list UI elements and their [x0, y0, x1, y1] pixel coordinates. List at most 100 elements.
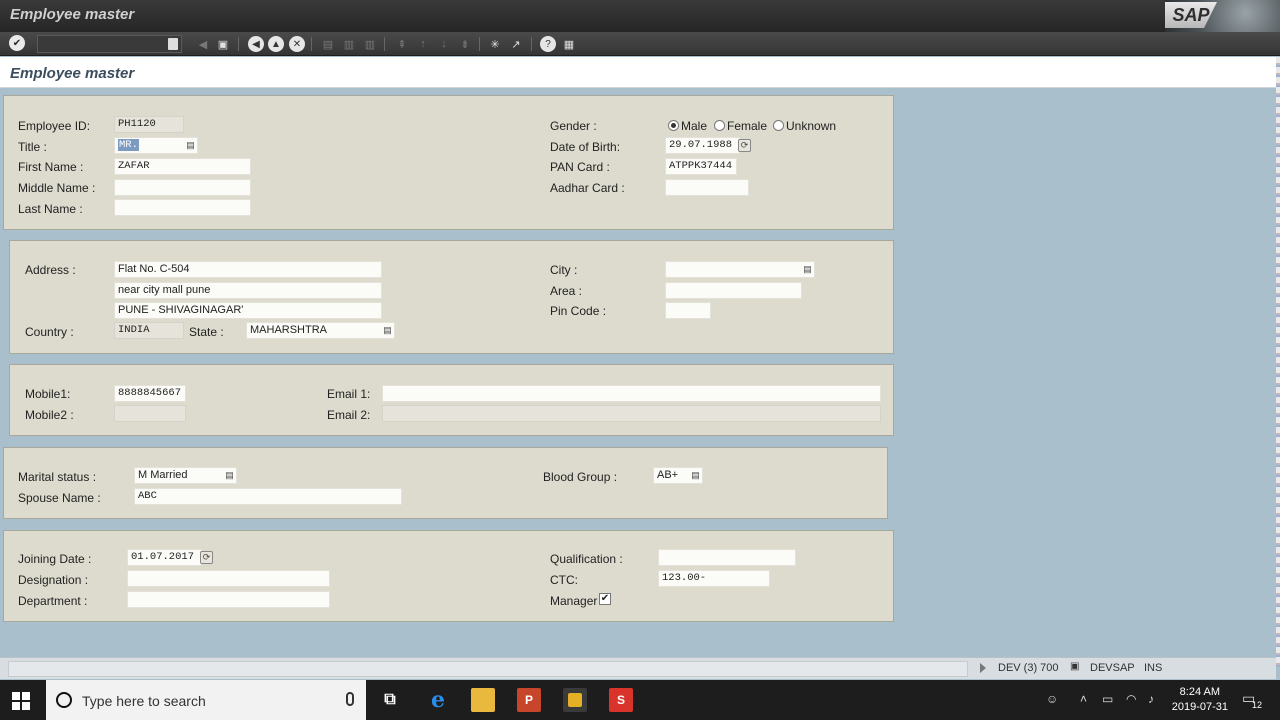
value-help-icon[interactable]: ▤ [382, 324, 393, 337]
mobile1-label: Mobile1: [25, 387, 71, 401]
wifi-icon[interactable]: ◠ [1126, 692, 1136, 706]
shortcut-icon[interactable]: ↗ [508, 36, 524, 52]
people-icon[interactable]: ☺ [1046, 692, 1058, 706]
gender-unknown-label: Unknown [786, 119, 837, 133]
value-help-icon[interactable]: ▤ [224, 469, 235, 482]
powerpoint-icon[interactable]: P [517, 688, 541, 712]
city-label: City : [550, 263, 578, 277]
email2-field[interactable] [382, 405, 881, 422]
gender-male-radio[interactable] [668, 120, 679, 131]
status-message-field [8, 661, 968, 677]
spouse-name-field[interactable]: ABC [134, 488, 402, 505]
server-info: DEVSAP [1090, 662, 1135, 674]
middle-name-label: Middle Name : [18, 181, 96, 195]
city-field[interactable] [665, 261, 815, 278]
command-history-icon[interactable] [168, 38, 178, 50]
gender-female-radio[interactable] [714, 120, 725, 131]
pan-field[interactable]: ATPPK37444 [665, 158, 737, 175]
ctc-field[interactable]: 123.00- [658, 570, 770, 587]
next-page-icon[interactable]: ↓ [436, 36, 452, 52]
value-help-icon[interactable]: ▤ [690, 469, 701, 482]
title-value: MR. [118, 139, 139, 151]
find-icon[interactable]: ▥ [341, 36, 357, 52]
aadhar-field[interactable] [665, 179, 749, 196]
taskbar-search-box[interactable]: Type here to search [46, 680, 366, 720]
mobile2-field[interactable] [114, 405, 186, 422]
screen-title: Employee master [10, 65, 135, 82]
screen-recorder-icon[interactable]: S [609, 688, 633, 712]
edge-browser-icon[interactable]: e [426, 687, 450, 713]
server-info-icon[interactable]: ▣ [1070, 661, 1079, 672]
mobile1-field[interactable]: 8888845667 [114, 385, 186, 402]
print-icon[interactable]: ▤ [320, 36, 336, 52]
dob-field[interactable]: 29.07.1988 [665, 137, 740, 154]
calendar-icon[interactable]: ⟳ [200, 551, 213, 564]
status-expand-icon[interactable] [980, 663, 986, 673]
status-bar [0, 657, 1276, 679]
microphone-icon[interactable] [346, 692, 354, 706]
address-line2-field[interactable]: near city mall pune [114, 282, 382, 299]
task-view-icon[interactable]: ⧉ [378, 688, 402, 712]
exit-icon[interactable]: ▲ [268, 36, 284, 52]
last-page-icon[interactable]: ⇟ [457, 36, 473, 52]
chevron-up-icon[interactable]: ˄ [1080, 692, 1087, 706]
history-back-icon[interactable]: ◀ [195, 36, 211, 52]
prev-page-icon[interactable]: ↑ [415, 36, 431, 52]
first-page-icon[interactable]: ⇞ [394, 36, 410, 52]
address-line3-field[interactable]: PUNE - SHIVAGINAGAR' [114, 302, 382, 319]
manager-checkbox[interactable]: ✔ [599, 593, 611, 605]
system-info[interactable]: DEV (3) 700 [998, 662, 1059, 674]
blood-group-label: Blood Group : [543, 470, 618, 484]
sap-logon-icon[interactable] [563, 688, 587, 712]
pin-code-field[interactable] [665, 302, 711, 319]
enter-icon[interactable]: ✔ [9, 35, 25, 51]
address-line1-field[interactable]: Flat No. C-504 [114, 261, 382, 278]
standard-toolbar [0, 32, 1280, 56]
new-session-icon[interactable]: ✳ [487, 36, 503, 52]
email1-field[interactable] [382, 385, 881, 402]
value-help-icon[interactable]: ▤ [802, 263, 813, 276]
window-title: Employee master [10, 6, 135, 23]
pin-code-label: Pin Code : [550, 304, 607, 318]
help-icon[interactable]: ? [540, 36, 556, 52]
first-name-label: First Name : [18, 160, 84, 174]
notification-count: 12 [1252, 700, 1263, 710]
find-next-icon[interactable]: ▥ [362, 36, 378, 52]
address-label: Address : [25, 263, 76, 277]
toolbar-separator [479, 37, 480, 51]
department-field[interactable] [127, 591, 330, 608]
volume-icon[interactable]: ♪ [1148, 692, 1154, 706]
joining-date-field[interactable]: 01.07.2017 [127, 549, 202, 566]
cancel-icon[interactable]: ✕ [289, 36, 305, 52]
qualification-field[interactable] [658, 549, 796, 566]
spouse-name-label: Spouse Name : [18, 491, 101, 505]
taskbar-clock[interactable]: 8:24 AM 2019-07-31 [1172, 685, 1228, 715]
sap-logo-text: SAP [1165, 2, 1217, 28]
middle-name-field[interactable] [114, 179, 251, 196]
employee-id-label: Employee ID: [18, 119, 91, 133]
save-icon[interactable]: ▣ [215, 36, 231, 52]
windows-start-icon[interactable] [12, 692, 30, 710]
back-arrow-icon[interactable]: ◀ [248, 36, 264, 52]
state-label: State : [189, 325, 224, 339]
gender-unknown-radio[interactable] [773, 120, 784, 131]
pan-label: PAN Card : [550, 160, 610, 174]
department-label: Department : [18, 594, 88, 608]
email1-label: Email 1: [327, 387, 371, 401]
layout-icon[interactable]: ▦ [561, 36, 577, 52]
last-name-field[interactable] [114, 199, 251, 216]
area-field[interactable] [665, 282, 802, 299]
calendar-icon[interactable]: ⟳ [738, 139, 751, 152]
state-field[interactable]: MAHARSHTRA [246, 322, 395, 339]
first-name-field[interactable]: ZAFAR [114, 158, 251, 175]
battery-icon[interactable]: ▭ [1102, 692, 1113, 706]
command-field[interactable] [37, 35, 182, 53]
employee-id-field[interactable]: PH1120 [114, 116, 184, 133]
file-explorer-icon[interactable] [471, 688, 495, 712]
marital-status-field[interactable]: M Married [134, 467, 237, 484]
country-field[interactable]: INDIA [114, 322, 184, 339]
search-placeholder: Type here to search [82, 693, 206, 709]
gender-male-label: Male [681, 119, 708, 133]
designation-field[interactable] [127, 570, 330, 587]
value-help-icon[interactable]: ▤ [185, 139, 196, 152]
